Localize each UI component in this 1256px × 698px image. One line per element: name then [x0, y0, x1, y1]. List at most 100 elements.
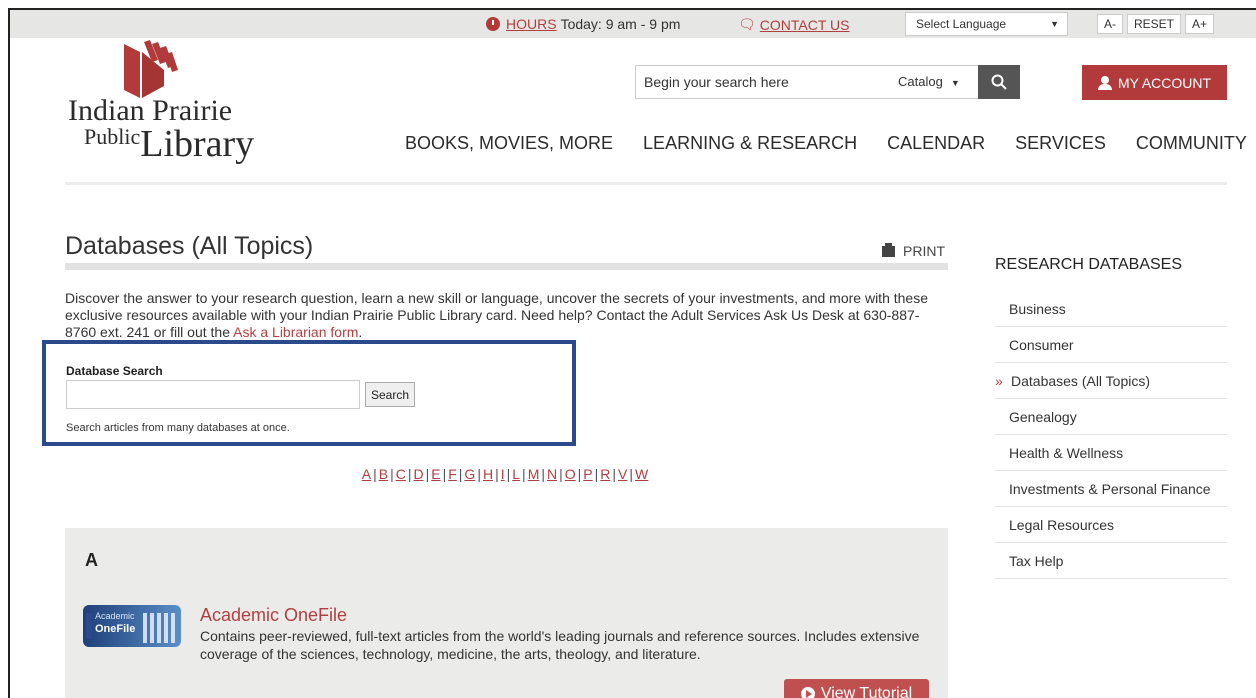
nav-item-books-movies-more[interactable]: BOOKS, MOVIES, MORE	[405, 133, 613, 154]
sidebar-item-label: Tax Help	[1009, 552, 1064, 569]
language-select-label: Select Language	[916, 17, 1007, 31]
alpha-link-l[interactable]: L	[512, 466, 520, 482]
title-underline	[65, 263, 948, 270]
sidebar-item-legal-resources[interactable]: Legal Resources	[995, 507, 1227, 543]
catalog-search-box: Catalog ▼	[635, 65, 980, 99]
sidebar-item-tax-help[interactable]: Tax Help	[995, 543, 1227, 579]
thumb-text-academic: Academic	[95, 611, 135, 621]
database-search-label: Database Search	[66, 364, 163, 378]
nav-item-learning-research[interactable]: LEARNING & RESEARCH	[643, 133, 857, 154]
sidebar-item-label: Databases (All Topics)	[1011, 372, 1151, 389]
intro-text: Discover the answer to your research que…	[65, 290, 928, 340]
gale-badge-icon	[86, 613, 92, 639]
alpha-link-p[interactable]: P	[583, 466, 592, 482]
contact-link[interactable]: CONTACT US	[760, 17, 850, 33]
hours-info: HOURS Today: 9 am - 9 pm	[486, 16, 680, 32]
chevron-down-icon: ▼	[950, 78, 960, 88]
alpha-link-v[interactable]: V	[618, 466, 627, 482]
view-tutorial-button[interactable]: View Tutorial	[784, 679, 929, 698]
my-account-label: MY ACCOUNT	[1117, 74, 1212, 91]
logo-text-line2: PublicLibrary	[84, 122, 254, 166]
sidebar-item-investments[interactable]: Investments & Personal Finance	[995, 471, 1227, 507]
page-title: Databases (All Topics)	[65, 232, 314, 260]
sidebar-item-databases-all-topics[interactable]: » Databases (All Topics)	[995, 363, 1227, 399]
nav-item-services[interactable]: SERVICES	[1015, 133, 1106, 154]
academic-onefile-thumbnail[interactable]: Academic OneFile	[83, 605, 181, 647]
search-input[interactable]	[636, 66, 886, 98]
search-scope-select[interactable]: Catalog ▼	[898, 74, 960, 89]
database-search-input[interactable]	[66, 380, 360, 409]
sidebar-item-label: Business	[1009, 300, 1066, 317]
printer-icon	[882, 242, 895, 257]
alpha-link-m[interactable]: M	[528, 466, 540, 482]
clock-icon	[486, 17, 500, 31]
intro-paragraph: Discover the answer to your research que…	[65, 290, 950, 341]
alpha-link-i[interactable]: I	[501, 466, 505, 482]
resource-title-link[interactable]: Academic OneFile	[200, 605, 347, 626]
active-marker-icon: »	[995, 373, 1003, 389]
my-account-button[interactable]: MY ACCOUNT	[1082, 65, 1227, 100]
alpha-link-c[interactable]: C	[396, 466, 406, 482]
database-search-button[interactable]: Search	[365, 382, 415, 407]
ask-librarian-link[interactable]: Ask a Librarian form	[233, 324, 358, 340]
sidebar-item-label: Consumer	[1009, 336, 1074, 353]
logo-text-public: Public	[84, 124, 141, 149]
alphabet-nav: A | B | C | D | E | F | G | H | I | L | M | N | O | P | R | V | W	[361, 466, 649, 482]
sidebar-item-label: Genealogy	[1009, 408, 1077, 425]
view-tutorial-label: View Tutorial	[820, 685, 913, 698]
alpha-link-e[interactable]: E	[431, 466, 440, 482]
sidebar-title: RESEARCH DATABASES	[995, 256, 1183, 273]
font-reset-button[interactable]: RESET	[1127, 14, 1182, 34]
alpha-link-h[interactable]: H	[483, 466, 493, 482]
library-logo[interactable]: Indian Prairie PublicLibrary	[68, 38, 298, 168]
hours-link[interactable]: HOURS	[506, 16, 557, 32]
sidebar-item-label: Investments & Personal Finance	[1009, 480, 1211, 497]
search-button[interactable]	[978, 65, 1020, 99]
play-icon	[800, 687, 815, 698]
alpha-link-n[interactable]: N	[547, 466, 557, 482]
book-logo-icon	[124, 40, 178, 98]
sidebar-nav: Business Consumer » Databases (All Topics…	[995, 291, 1227, 579]
print-label: PRINT	[903, 243, 945, 259]
database-search-panel: Database Search Search Search articles f…	[42, 340, 576, 446]
font-decrease-button[interactable]: A-	[1097, 14, 1123, 34]
main-nav: BOOKS, MOVIES, MORE LEARNING & RESEARCH …	[405, 133, 1247, 154]
alpha-link-b[interactable]: B	[379, 466, 388, 482]
search-icon	[991, 74, 1007, 90]
alpha-link-w[interactable]: W	[635, 466, 648, 482]
sidebar-item-health-wellness[interactable]: Health & Wellness	[995, 435, 1227, 471]
utility-bar: HOURS Today: 9 am - 9 pm 🗨 CONTACT US Se…	[10, 10, 1256, 38]
section-letter: A	[85, 550, 98, 570]
alpha-link-d[interactable]: D	[413, 466, 423, 482]
database-section-a: A Academic OneFile Academic OneFile Cont…	[65, 528, 948, 698]
print-button[interactable]: PRINT	[882, 242, 945, 259]
alpha-link-g[interactable]: G	[464, 466, 475, 482]
alpha-link-r[interactable]: R	[600, 466, 610, 482]
browser-viewport: HOURS Today: 9 am - 9 pm 🗨 CONTACT US Se…	[8, 8, 1256, 698]
alpha-link-a[interactable]: A	[362, 466, 371, 482]
nav-item-calendar[interactable]: CALENDAR	[887, 133, 985, 154]
chat-icon: 🗨	[738, 16, 756, 32]
nav-item-community[interactable]: COMMUNITY	[1136, 133, 1247, 154]
font-increase-button[interactable]: A+	[1185, 14, 1215, 34]
nav-divider	[65, 182, 1227, 185]
sidebar-item-business[interactable]: Business	[995, 291, 1227, 327]
logo-text-library: Library	[140, 123, 255, 165]
search-scope-label: Catalog	[898, 74, 943, 89]
resource-description: Contains peer-reviewed, full-text articl…	[200, 628, 920, 662]
sidebar-item-genealogy[interactable]: Genealogy	[995, 399, 1227, 435]
alpha-link-o[interactable]: O	[565, 466, 576, 482]
sidebar-item-label: Health & Wellness	[1009, 444, 1124, 461]
user-icon	[1097, 75, 1112, 90]
language-select[interactable]: Select Language ▼	[905, 12, 1068, 36]
thumb-text-onefile: OneFile	[95, 623, 136, 635]
sidebar-item-label: Legal Resources	[1009, 516, 1115, 533]
database-search-help: Search articles from many databases at o…	[66, 422, 290, 434]
hours-text: Today: 9 am - 9 pm	[560, 16, 681, 32]
contact-info: 🗨 CONTACT US	[738, 16, 850, 33]
intro-end: .	[358, 324, 363, 340]
chevron-down-icon: ▼	[1050, 19, 1059, 29]
font-size-controls: A- RESET A+	[1097, 14, 1215, 34]
alpha-link-f[interactable]: F	[448, 466, 457, 482]
sidebar-item-consumer[interactable]: Consumer	[995, 327, 1227, 363]
